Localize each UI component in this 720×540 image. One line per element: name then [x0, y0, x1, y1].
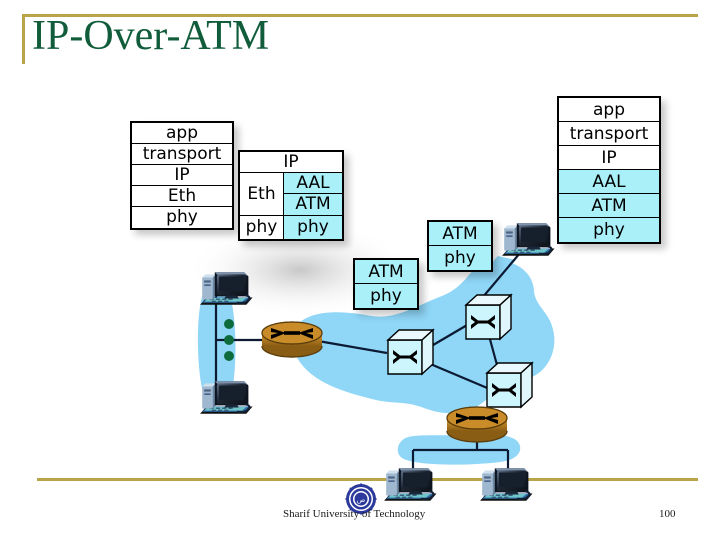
footer-organization: Sharif University of Technology [283, 508, 426, 520]
lan-host-bottom [199, 380, 254, 415]
router-stack-layer-phy-eth: phy [240, 216, 284, 239]
atm-switch-a-protocol-stack: ATM phy [353, 258, 419, 310]
host-right-protocol-stack: app transport IP AAL ATM phy [557, 96, 661, 244]
footer-page-number: 100 [659, 508, 676, 520]
bottom-host-left [383, 467, 438, 502]
stack-layer-eth: Eth [132, 186, 232, 207]
atm-switch-lower-right [486, 362, 533, 408]
sw-b-layer-phy: phy [429, 246, 491, 270]
stack-layer-phy: phy [166, 207, 198, 227]
stack-layer-ip: IP [132, 165, 232, 186]
lan-more-hosts-dots [224, 319, 234, 361]
right-stack-layer-phy: phy [559, 218, 659, 242]
router-stack-phy-row: phy phy [240, 216, 342, 239]
svg-text:ص: ص [357, 496, 365, 504]
right-stack-layer-atm: ATM [559, 194, 659, 218]
router-stack-layer-phy-atm: phy [284, 216, 342, 239]
edge-router-protocol-stack: IP Eth AAL ATM phy phy [238, 150, 344, 241]
right-stack-layer-transport: transport [559, 122, 659, 146]
right-stack-layer-app: app [559, 98, 659, 122]
atm-switch-center [387, 329, 434, 375]
sw-a-layer-phy: phy [355, 284, 417, 308]
slide-canvas: IP-Over-ATM ص app transport IP Eth phy I… [0, 0, 720, 540]
edge-router-bottom [446, 406, 508, 443]
sw-a-layer-atm: ATM [355, 260, 417, 284]
router-stack-atm-side: AAL ATM [284, 173, 342, 215]
edge-router-left [261, 321, 323, 358]
router-stack-layer-atm: ATM [284, 194, 342, 215]
router-stack-layer-eth: Eth [240, 173, 284, 215]
atm-switch-b-protocol-stack: ATM phy [427, 220, 493, 272]
router-stack-layer-ip: IP [240, 152, 342, 173]
host-left-protocol-stack: app transport IP Eth phy [130, 121, 234, 230]
sw-b-layer-atm: ATM [429, 222, 491, 246]
right-stack-layer-ip: IP [559, 146, 659, 170]
right-stack-layer-aal: AAL [559, 170, 659, 194]
stack-layer-app: app [132, 123, 232, 144]
stack-layer-transport: transport [132, 144, 232, 165]
atm-switch-upper-right [465, 294, 512, 340]
bottom-host-right [479, 467, 534, 502]
router-stack-layer-aal: AAL [284, 173, 342, 194]
atm-host-right [501, 222, 556, 257]
router-stack-middle-row: Eth AAL ATM [240, 173, 342, 216]
lan-host-top [199, 271, 254, 306]
